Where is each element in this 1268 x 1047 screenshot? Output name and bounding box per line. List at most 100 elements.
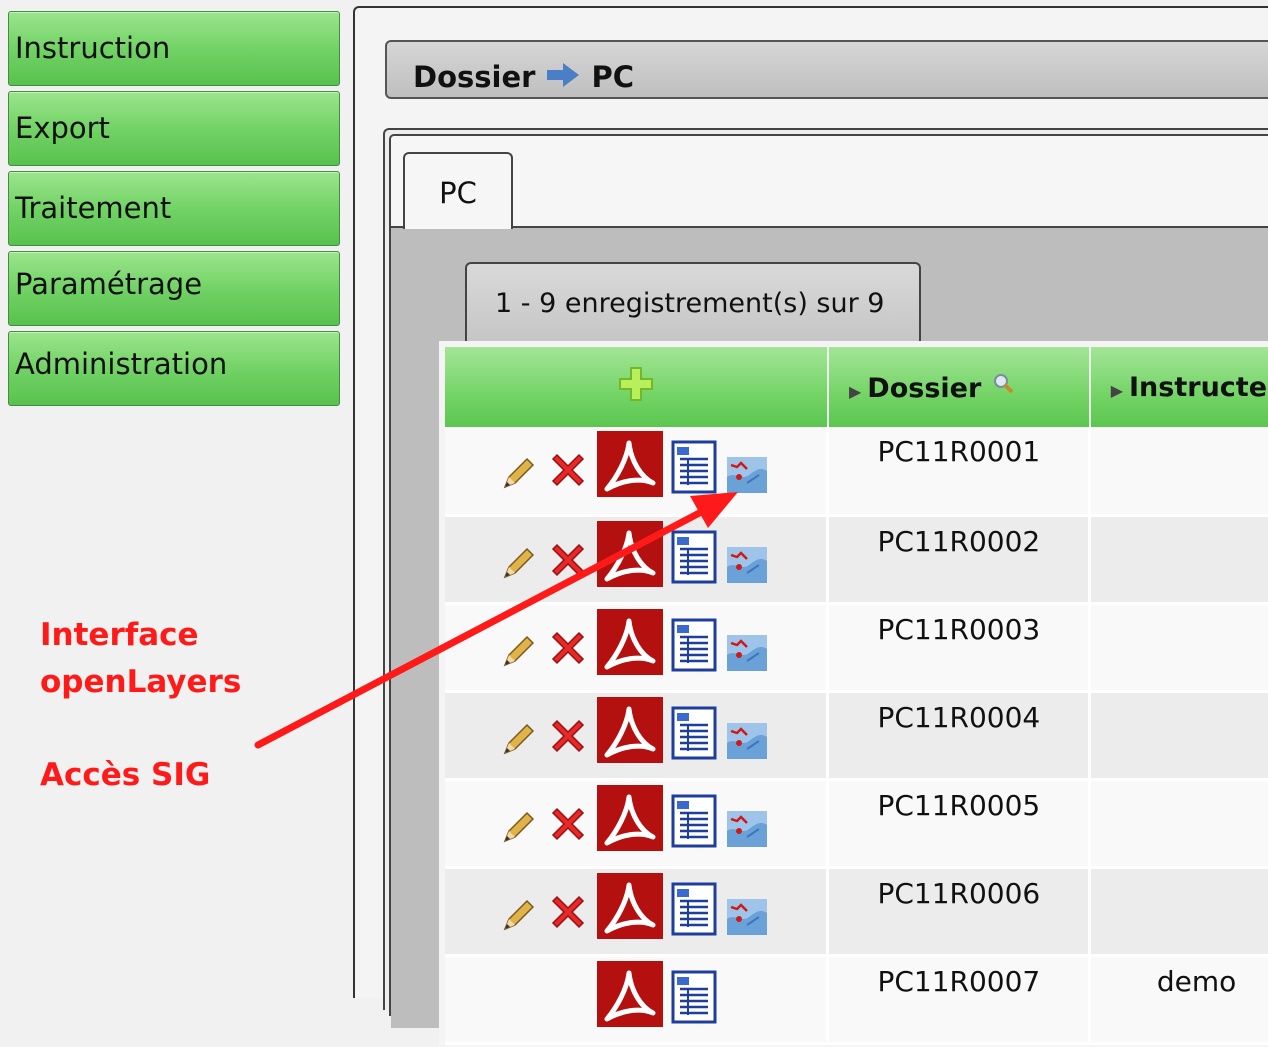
dossier-number: PC11R0006 bbox=[877, 876, 1041, 910]
pdf-icon[interactable] bbox=[597, 784, 663, 858]
sort-arrow-icon: ▶ bbox=[848, 381, 862, 401]
column-header-instructeur-label: Instructe bbox=[1129, 371, 1268, 403]
map-sig-icon[interactable] bbox=[727, 457, 767, 500]
delete-icon[interactable] bbox=[547, 449, 589, 498]
form-document-icon[interactable] bbox=[670, 439, 718, 502]
table-row: PC11R0003 bbox=[445, 603, 1268, 693]
form-document-icon[interactable] bbox=[670, 969, 718, 1032]
instructeur-cell bbox=[1089, 691, 1268, 781]
row-actions bbox=[445, 515, 830, 605]
column-header-dossier[interactable]: ▶ Dossier bbox=[827, 347, 1091, 427]
instructeur-cell bbox=[1089, 515, 1268, 605]
table-row: PC11R0005 bbox=[445, 779, 1268, 869]
dossier-number: PC11R0001 bbox=[877, 435, 1041, 468]
dossier-number: PC11R0002 bbox=[877, 524, 1041, 558]
pdf-icon[interactable] bbox=[597, 608, 663, 682]
row-actions bbox=[445, 427, 830, 517]
records-table: ▶ Dossier ▶ Instructe PC11R0001 PC11R0002 PC… bbox=[445, 347, 1268, 1045]
dossier-cell[interactable]: PC11R0002 bbox=[827, 515, 1092, 605]
table-body: PC11R0001 PC11R0002 PC11R0003 PC11R0004 PC11… bbox=[445, 427, 1268, 1045]
row-actions bbox=[445, 691, 830, 781]
map-sig-icon[interactable] bbox=[727, 634, 767, 678]
form-document-icon[interactable] bbox=[670, 617, 718, 680]
dossier-cell[interactable]: PC11R0005 bbox=[827, 779, 1092, 869]
map-sig-icon[interactable] bbox=[727, 810, 767, 854]
menu-item-instruction[interactable]: Instruction bbox=[8, 11, 340, 86]
annotation-line-1: Interface bbox=[40, 617, 199, 653]
form-document-icon[interactable] bbox=[670, 705, 718, 768]
column-header-instructeur[interactable]: ▶ Instructe bbox=[1089, 347, 1268, 427]
delete-icon[interactable] bbox=[547, 539, 589, 588]
table-row: PC11R0004 bbox=[445, 691, 1268, 781]
row-actions bbox=[445, 867, 830, 957]
edit-pencil-icon[interactable] bbox=[501, 635, 535, 676]
instructeur-name: demo bbox=[1156, 964, 1237, 998]
search-icon[interactable] bbox=[991, 373, 1017, 404]
row-actions bbox=[445, 955, 830, 1045]
records-table-wrapper: ▶ Dossier ▶ Instructe PC11R0001 PC11R0002 PC… bbox=[439, 341, 1268, 1047]
edit-pencil-icon[interactable] bbox=[501, 457, 535, 498]
table-row: PC11R0006 bbox=[445, 867, 1268, 957]
tab-label: PC bbox=[439, 176, 477, 210]
map-sig-icon[interactable] bbox=[727, 898, 767, 942]
add-record-icon[interactable] bbox=[616, 366, 656, 411]
column-header-dossier-label: Dossier bbox=[867, 372, 982, 404]
menu-item-parametrage[interactable]: Paramétrage bbox=[8, 251, 340, 326]
tab-panel: 1 - 9 enregistrement(s) sur 9 ▶ Dossier … bbox=[391, 228, 1268, 1047]
pagination-text: 1 - 9 enregistrement(s) sur 9 bbox=[495, 288, 885, 319]
form-document-icon[interactable] bbox=[670, 529, 718, 592]
dossier-cell[interactable]: PC11R0004 bbox=[827, 691, 1092, 781]
edit-pencil-icon[interactable] bbox=[501, 547, 535, 588]
dossier-cell[interactable]: PC11R0003 bbox=[827, 603, 1092, 693]
pdf-icon[interactable] bbox=[597, 696, 663, 770]
dossier-cell[interactable]: PC11R0007 bbox=[827, 955, 1092, 1045]
instructeur-cell bbox=[1089, 427, 1268, 517]
dossier-number: PC11R0004 bbox=[877, 700, 1041, 734]
sort-arrow-icon: ▶ bbox=[1110, 380, 1124, 400]
breadcrumb: Dossier PC bbox=[385, 40, 1268, 99]
table-row: PC11R0007 demo bbox=[445, 955, 1268, 1045]
left-menu: Instruction Export Traitement Paramétrag… bbox=[8, 11, 340, 411]
pdf-icon[interactable] bbox=[597, 431, 663, 504]
map-sig-icon[interactable] bbox=[727, 722, 767, 766]
tab-pc[interactable]: PC bbox=[403, 152, 513, 229]
table-header-row: ▶ Dossier ▶ Instructe bbox=[445, 347, 1268, 427]
dossier-number: PC11R0007 bbox=[877, 964, 1041, 998]
pdf-icon[interactable] bbox=[597, 872, 663, 946]
arrow-right-icon bbox=[547, 60, 580, 94]
map-sig-icon[interactable] bbox=[727, 546, 767, 590]
pdf-icon[interactable] bbox=[597, 960, 663, 1034]
edit-pencil-icon[interactable] bbox=[501, 899, 535, 940]
annotation-line-3: Accès SIG bbox=[40, 757, 211, 793]
delete-icon[interactable] bbox=[547, 627, 589, 676]
menu-item-administration[interactable]: Administration bbox=[8, 331, 340, 406]
delete-icon[interactable] bbox=[547, 803, 589, 852]
table-row: PC11R0001 bbox=[445, 427, 1268, 517]
menu-item-label: Instruction bbox=[15, 31, 171, 65]
menu-item-label: Administration bbox=[15, 347, 228, 381]
menu-item-label: Paramétrage bbox=[15, 267, 203, 301]
breadcrumb-current: PC bbox=[591, 59, 634, 94]
menu-item-label: Export bbox=[15, 111, 110, 145]
table-row: PC11R0002 bbox=[445, 515, 1268, 605]
annotation-line-2: openLayers bbox=[40, 664, 242, 700]
pdf-icon[interactable] bbox=[597, 520, 663, 594]
menu-item-export[interactable]: Export bbox=[8, 91, 340, 166]
dossier-cell[interactable]: PC11R0001 bbox=[827, 427, 1092, 517]
tabs-container: 1 - 9 enregistrement(s) sur 9 ▶ Dossier … bbox=[383, 128, 1268, 1047]
dossier-number: PC11R0003 bbox=[877, 612, 1041, 646]
delete-icon[interactable] bbox=[547, 715, 589, 764]
breadcrumb-root[interactable]: Dossier bbox=[413, 60, 535, 94]
menu-item-traitement[interactable]: Traitement bbox=[8, 171, 340, 246]
dossier-cell[interactable]: PC11R0006 bbox=[827, 867, 1092, 957]
edit-pencil-icon[interactable] bbox=[501, 811, 535, 852]
instructeur-cell bbox=[1089, 603, 1268, 693]
main-panel: Dossier PC 1 - 9 enregistrement(s) sur 9 bbox=[353, 6, 1268, 1047]
menu-item-label: Traitement bbox=[15, 191, 172, 225]
delete-icon[interactable] bbox=[547, 891, 589, 940]
row-actions bbox=[445, 603, 830, 693]
edit-pencil-icon[interactable] bbox=[501, 723, 535, 764]
form-document-icon[interactable] bbox=[670, 793, 718, 856]
pagination-info: 1 - 9 enregistrement(s) sur 9 bbox=[465, 262, 921, 341]
form-document-icon[interactable] bbox=[670, 881, 718, 944]
